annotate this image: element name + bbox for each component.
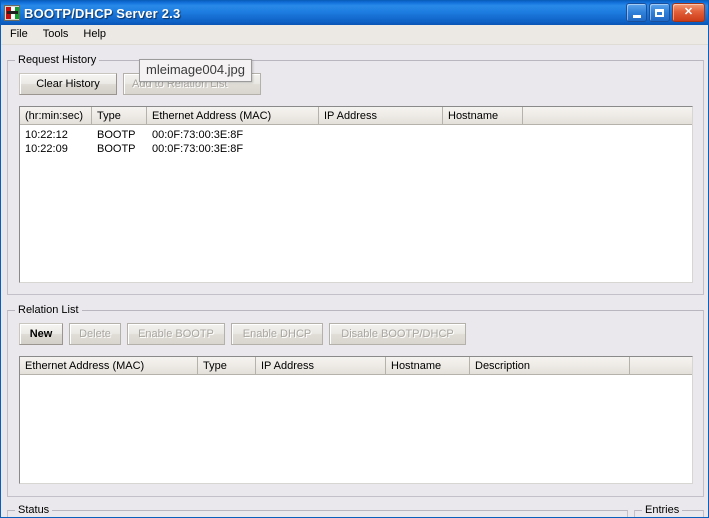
column-header-mac[interactable]: Ethernet Address (MAC) <box>20 357 198 374</box>
maximize-icon <box>650 4 669 21</box>
relation-list-toolbar: New Delete Enable BOOTP Enable DHCP Disa… <box>19 323 466 345</box>
column-header-hostname[interactable]: Hostname <box>443 107 523 124</box>
column-header-extra[interactable] <box>630 357 692 374</box>
column-header-ip[interactable]: IP Address <box>256 357 386 374</box>
file-name-tooltip: mleimage004.jpg <box>139 59 253 82</box>
status-legend: Status <box>15 504 53 516</box>
menu-item-tools[interactable]: Tools <box>36 26 77 44</box>
caption-buttons: ✕ <box>626 3 705 22</box>
enable-dhcp-button: Enable DHCP <box>231 323 323 345</box>
enable-bootp-button: Enable BOOTP <box>127 323 225 345</box>
request-history-legend: Request History <box>15 54 100 66</box>
window-title: BOOTP/DHCP Server 2.3 <box>24 5 181 21</box>
status-group: Status Unable to service BOOTP request f… <box>7 504 628 517</box>
relation-list-group: Relation List New Delete Enable BOOTP En… <box>7 304 704 497</box>
maximize-button[interactable] <box>649 3 670 22</box>
cell-mac: 00:0F:73:00:3E:8F <box>152 129 244 141</box>
title-bar[interactable]: BOOTP/DHCP Server 2.3 ✕ <box>1 1 708 25</box>
bootp-dhcp-server-window: BOOTP/DHCP Server 2.3 ✕ File Tools Help … <box>0 0 709 518</box>
table-row[interactable]: 10:22:09 BOOTP 00:0F:73:00:3E:8F <box>20 142 692 156</box>
client-area: Request History Clear History Add to Rel… <box>1 45 708 517</box>
app-icon <box>4 5 20 21</box>
request-history-list[interactable]: (hr:min:sec) Type Ethernet Address (MAC)… <box>19 106 693 283</box>
entries-group: Entries 0 of 256 <box>634 504 704 517</box>
cell-type: BOOTP <box>97 143 136 155</box>
new-button[interactable]: New <box>19 323 63 345</box>
cell-time: 10:22:12 <box>25 129 68 141</box>
request-history-body: 10:22:12 BOOTP 00:0F:73:00:3E:8F 10:22:0… <box>20 128 692 156</box>
menu-item-file[interactable]: File <box>3 26 36 44</box>
cell-type: BOOTP <box>97 129 136 141</box>
column-header-type[interactable]: Type <box>92 107 147 124</box>
relation-list-table[interactable]: Ethernet Address (MAC) Type IP Address H… <box>19 356 693 484</box>
clear-history-button[interactable]: Clear History <box>19 73 117 95</box>
disable-bootp-dhcp-button: Disable BOOTP/DHCP <box>329 323 466 345</box>
column-header-extra[interactable] <box>523 107 692 124</box>
column-header-type[interactable]: Type <box>198 357 256 374</box>
column-header-time[interactable]: (hr:min:sec) <box>20 107 92 124</box>
cell-mac: 00:0F:73:00:3E:8F <box>152 143 244 155</box>
cell-hostname <box>443 142 523 156</box>
column-header-hostname[interactable]: Hostname <box>386 357 470 374</box>
column-header-ip[interactable]: IP Address <box>319 107 443 124</box>
cell-time: 10:22:09 <box>25 143 68 155</box>
cell-ip <box>319 142 443 156</box>
menu-bar: File Tools Help <box>1 25 708 45</box>
cell-ip <box>319 128 443 142</box>
request-history-header-row: (hr:min:sec) Type Ethernet Address (MAC)… <box>20 107 692 125</box>
relation-list-legend: Relation List <box>15 304 82 316</box>
minimize-button[interactable] <box>626 3 647 22</box>
request-history-group: Request History Clear History Add to Rel… <box>7 54 704 295</box>
close-button[interactable]: ✕ <box>672 3 705 22</box>
menu-item-help[interactable]: Help <box>76 26 114 44</box>
relation-list-header-row: Ethernet Address (MAC) Type IP Address H… <box>20 357 692 375</box>
delete-button: Delete <box>69 323 121 345</box>
column-header-mac[interactable]: Ethernet Address (MAC) <box>147 107 319 124</box>
entries-legend: Entries <box>642 504 683 516</box>
cell-hostname <box>443 128 523 142</box>
close-icon: ✕ <box>683 6 694 18</box>
minimize-icon <box>627 4 646 21</box>
column-header-description[interactable]: Description <box>470 357 630 374</box>
table-row[interactable]: 10:22:12 BOOTP 00:0F:73:00:3E:8F <box>20 128 692 142</box>
